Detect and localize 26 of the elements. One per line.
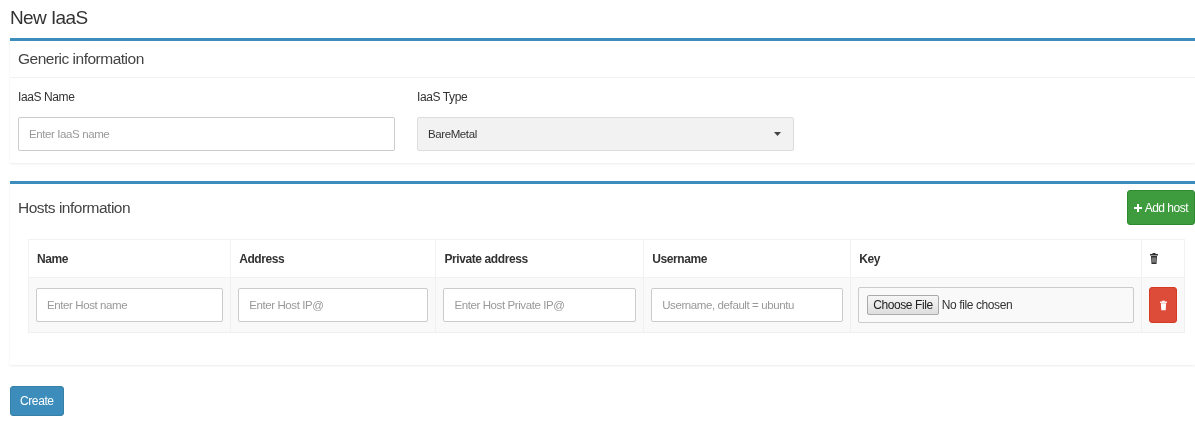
field-label: IaaS Type [417,90,469,104]
text-input[interactable]: Enter Host Private IP@ [443,288,637,322]
file-status: No file chosen [941,298,1013,312]
panel-title: Generic information [18,50,144,68]
caret-icon [774,132,781,136]
type-select[interactable]: BareMetal [417,117,794,151]
choose-file-button[interactable]: Choose File [867,295,939,315]
delete-button[interactable] [1149,287,1177,323]
create-button[interactable]: Create [10,386,64,416]
column-header: Key [850,239,1142,278]
text-input[interactable]: Enter IaaS name [18,117,395,151]
file-input[interactable]: Choose File No file chosen [858,287,1134,323]
text-input[interactable]: Enter Host IP@ [238,288,429,322]
text-input[interactable]: Enter Host name [36,288,224,322]
page-title: New IaaS [9,6,89,30]
column-header: Username [643,239,851,278]
text-input[interactable]: Username, default = ubuntu [651,288,844,322]
panel-title: Hosts information [18,198,131,217]
column-header: Address [230,239,436,278]
trash-icon [1150,253,1158,264]
trash-icon [1159,299,1167,311]
add-host-button[interactable]: Add host [1126,190,1195,225]
field-label: IaaS Name [18,90,76,104]
column-header: Private address [435,239,644,278]
plus-icon [1133,203,1142,212]
column-header: Name [28,239,231,278]
